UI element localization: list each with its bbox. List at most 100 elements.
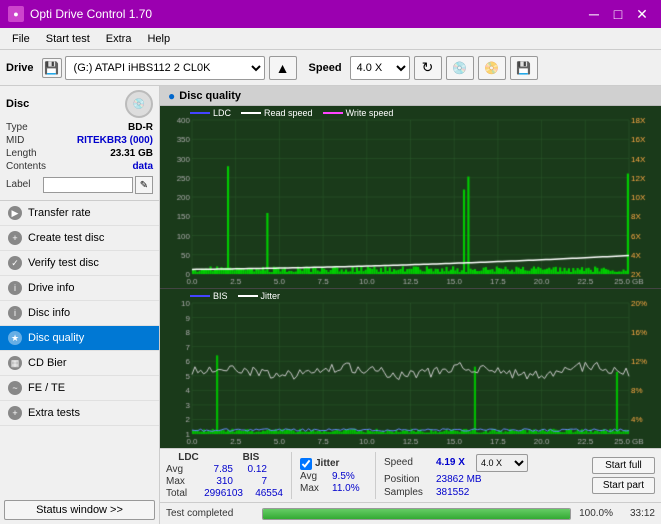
- avg-label: Avg: [166, 464, 194, 475]
- mid-value: RITEKBR3 (000): [77, 135, 153, 146]
- disc-quality-label: Disc quality: [28, 332, 84, 344]
- samples-val: 381552: [436, 487, 469, 498]
- bis-header: BIS: [231, 452, 271, 463]
- disc-quality-header-icon: ●: [168, 89, 175, 103]
- charts-area: LDC Read speed Write speed: [160, 106, 661, 448]
- type-value: BD-R: [128, 122, 153, 133]
- max-row: Max 310 7: [166, 476, 283, 487]
- title-bar: ● Opti Drive Control 1.70 ─ □ ✕: [0, 0, 661, 28]
- disc-quality-header: ● Disc quality: [160, 86, 661, 106]
- progress-bar-container: [262, 508, 571, 520]
- extra-tests-icon: +: [8, 406, 22, 420]
- jitter-avg-label: Avg: [300, 471, 328, 482]
- contents-label: Contents: [6, 161, 46, 172]
- divider1: [291, 452, 292, 499]
- sidebar-item-fe-te[interactable]: ~ FE / TE: [0, 376, 159, 401]
- label-edit-button[interactable]: ✎: [135, 176, 153, 194]
- ldc-max: 310: [198, 476, 233, 487]
- samples-label: Samples: [384, 487, 432, 498]
- window-controls: ─ □ ✕: [583, 3, 653, 25]
- position-label: Position: [384, 474, 432, 485]
- extra-tests-label: Extra tests: [28, 407, 80, 419]
- type-label: Type: [6, 122, 28, 133]
- disc-button2[interactable]: 📀: [478, 56, 506, 80]
- toolbar: Drive 💾 (G:) ATAPI iHBS112 2 CL0K ▲ Spee…: [0, 50, 661, 86]
- jitter-legend-label: Jitter: [261, 291, 281, 301]
- bis-avg: 0.12: [237, 464, 267, 475]
- start-part-button[interactable]: Start part: [592, 477, 655, 494]
- speed-row: Speed 4.19 X 4.0 X: [384, 454, 528, 472]
- sidebar: Disc 💿 Type BD-R MID RITEKBR3 (000) Leng…: [0, 86, 160, 524]
- disc-quality-icon: ★: [8, 331, 22, 345]
- cd-bier-icon: ▦: [8, 356, 22, 370]
- sidebar-item-disc-info[interactable]: i Disc info: [0, 301, 159, 326]
- bis-chart: BIS Jitter: [160, 289, 661, 448]
- read-legend-dot: [241, 112, 261, 114]
- right-content: ● Disc quality LDC Read speed: [160, 86, 661, 524]
- legend-jitter: Jitter: [238, 291, 281, 301]
- menu-file[interactable]: File: [4, 31, 38, 47]
- jitter-max-label: Max: [300, 483, 328, 494]
- jitter-stats: Jitter Avg 9.5% Max 11.0%: [300, 458, 367, 494]
- jitter-avg-row: Avg 9.5%: [300, 471, 367, 482]
- write-legend-dot: [323, 112, 343, 114]
- read-legend-label: Read speed: [264, 108, 313, 118]
- bis-total: 46554: [247, 488, 283, 499]
- start-buttons: Start full Start part: [592, 457, 655, 494]
- label-input[interactable]: [43, 177, 133, 193]
- drive-label: Drive: [6, 62, 34, 74]
- bis-legend-dot: [190, 295, 210, 297]
- sidebar-item-extra-tests[interactable]: + Extra tests: [0, 401, 159, 426]
- speed-pos-stats: Speed 4.19 X 4.0 X Position 23862 MB Sam…: [384, 454, 528, 498]
- sidebar-item-transfer-rate[interactable]: ▶ Transfer rate: [0, 201, 159, 226]
- sidebar-item-cd-bier[interactable]: ▦ CD Bier: [0, 351, 159, 376]
- ldc-legend-dot: [190, 112, 210, 114]
- verify-test-disc-icon: ✓: [8, 256, 22, 270]
- nav-items: ▶ Transfer rate + Create test disc ✓ Ver…: [0, 201, 159, 496]
- ldc-bis-stats: LDC BIS Avg 7.85 0.12 Max 310 7 Total 29…: [166, 452, 283, 499]
- disc-quality-title: Disc quality: [179, 90, 241, 102]
- sidebar-item-verify-test-disc[interactable]: ✓ Verify test disc: [0, 251, 159, 276]
- total-row: Total 2996103 46554: [166, 488, 283, 499]
- eject-button[interactable]: ▲: [269, 56, 297, 80]
- sidebar-item-disc-quality[interactable]: ★ Disc quality: [0, 326, 159, 351]
- jitter-checkbox[interactable]: [300, 458, 312, 470]
- disc-button1[interactable]: 💿: [446, 56, 474, 80]
- refresh-button[interactable]: ↻: [414, 56, 442, 80]
- ldc-legend-label: LDC: [213, 108, 231, 118]
- sidebar-item-create-test-disc[interactable]: + Create test disc: [0, 226, 159, 251]
- maximize-button[interactable]: □: [607, 3, 629, 25]
- menu-help[interactable]: Help: [139, 31, 178, 47]
- mid-label: MID: [6, 135, 24, 146]
- start-full-button[interactable]: Start full: [592, 457, 655, 474]
- progress-percent: 100.0%: [577, 508, 613, 519]
- menu-start-test[interactable]: Start test: [38, 31, 98, 47]
- sidebar-item-drive-info[interactable]: i Drive info: [0, 276, 159, 301]
- status-window-button[interactable]: Status window >>: [4, 500, 155, 520]
- ldc-chart-canvas: [160, 106, 661, 288]
- minimize-button[interactable]: ─: [583, 3, 605, 25]
- fe-te-icon: ~: [8, 381, 22, 395]
- jitter-legend-dot: [238, 295, 258, 297]
- speed-stat-select[interactable]: 4.0 X: [476, 454, 528, 472]
- app-icon: ●: [8, 6, 24, 22]
- samples-row: Samples 381552: [384, 487, 528, 498]
- speed-select[interactable]: 4.0 X: [350, 56, 410, 80]
- drive-info-label: Drive info: [28, 282, 74, 294]
- progress-area: Test completed 100.0% 33:12: [160, 502, 661, 524]
- transfer-rate-label: Transfer rate: [28, 207, 91, 219]
- disc-info-label: Disc info: [28, 307, 70, 319]
- save-button[interactable]: 💾: [510, 56, 538, 80]
- close-button[interactable]: ✕: [631, 3, 653, 25]
- bis-chart-legend: BIS Jitter: [190, 291, 280, 301]
- bis-legend-label: BIS: [213, 291, 228, 301]
- ldc-avg: 7.85: [198, 464, 233, 475]
- menu-extra[interactable]: Extra: [98, 31, 140, 47]
- drive-select[interactable]: (G:) ATAPI iHBS112 2 CL0K: [65, 56, 265, 80]
- legend-write: Write speed: [323, 108, 394, 118]
- stats-headers: LDC BIS: [166, 452, 283, 463]
- main-area: Disc 💿 Type BD-R MID RITEKBR3 (000) Leng…: [0, 86, 661, 524]
- progress-bar-fill: [263, 509, 570, 519]
- progress-time: 33:12: [619, 508, 655, 519]
- speed-label: Speed: [309, 62, 342, 74]
